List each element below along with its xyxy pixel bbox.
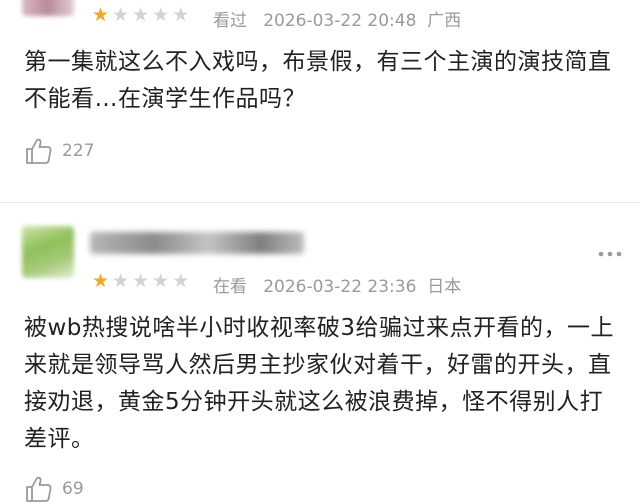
rating-stars: ★ ★ ★ ★ ★ — [92, 6, 189, 25]
review-text: 第一集就这么不入戏吗，布景假，有三个主演的演技简直不能看…在演学生作品吗？ — [24, 49, 612, 112]
watch-status: 在看 — [213, 277, 247, 297]
review-text: 被wb热搜说啥半小时收视率破3给骗过来点开看的，一上来就是领导骂人然后男主抄家伙… — [24, 315, 615, 452]
star-icon: ★ — [172, 270, 190, 292]
like-button[interactable]: 227 — [24, 136, 94, 166]
like-button[interactable]: 69 — [24, 474, 84, 504]
like-count: 69 — [62, 479, 84, 499]
star-icon: ★ — [92, 4, 110, 26]
star-icon: ★ — [132, 270, 150, 292]
rating-stars: ★ ★ ★ ★ ★ — [92, 272, 189, 291]
star-icon: ★ — [172, 4, 190, 26]
review-date: 2026-03-22 20:48 — [263, 11, 417, 31]
review-location: 日本 — [427, 277, 462, 297]
watch-status: 看过 — [213, 11, 247, 31]
star-icon: ★ — [132, 4, 150, 26]
review-meta: 看过 2026-03-22 20:48 广西 — [213, 6, 461, 31]
star-icon: ★ — [112, 4, 130, 26]
more-dots-icon — [598, 251, 622, 257]
avatar[interactable] — [22, 0, 74, 16]
thumbs-up-icon — [26, 476, 52, 502]
thumbs-up-icon — [26, 138, 52, 164]
star-icon: ★ — [112, 270, 130, 292]
review-meta: 在看 2026-03-22 23:36 日本 — [213, 272, 461, 297]
review-location: 广西 — [427, 11, 462, 31]
username[interactable] — [90, 232, 304, 254]
review-date: 2026-03-22 23:36 — [263, 277, 417, 297]
like-count: 227 — [62, 141, 95, 161]
star-icon: ★ — [152, 270, 170, 292]
more-button[interactable] — [596, 246, 624, 260]
avatar[interactable] — [22, 226, 74, 278]
divider — [0, 202, 640, 203]
star-icon: ★ — [92, 270, 110, 292]
star-icon: ★ — [152, 4, 170, 26]
